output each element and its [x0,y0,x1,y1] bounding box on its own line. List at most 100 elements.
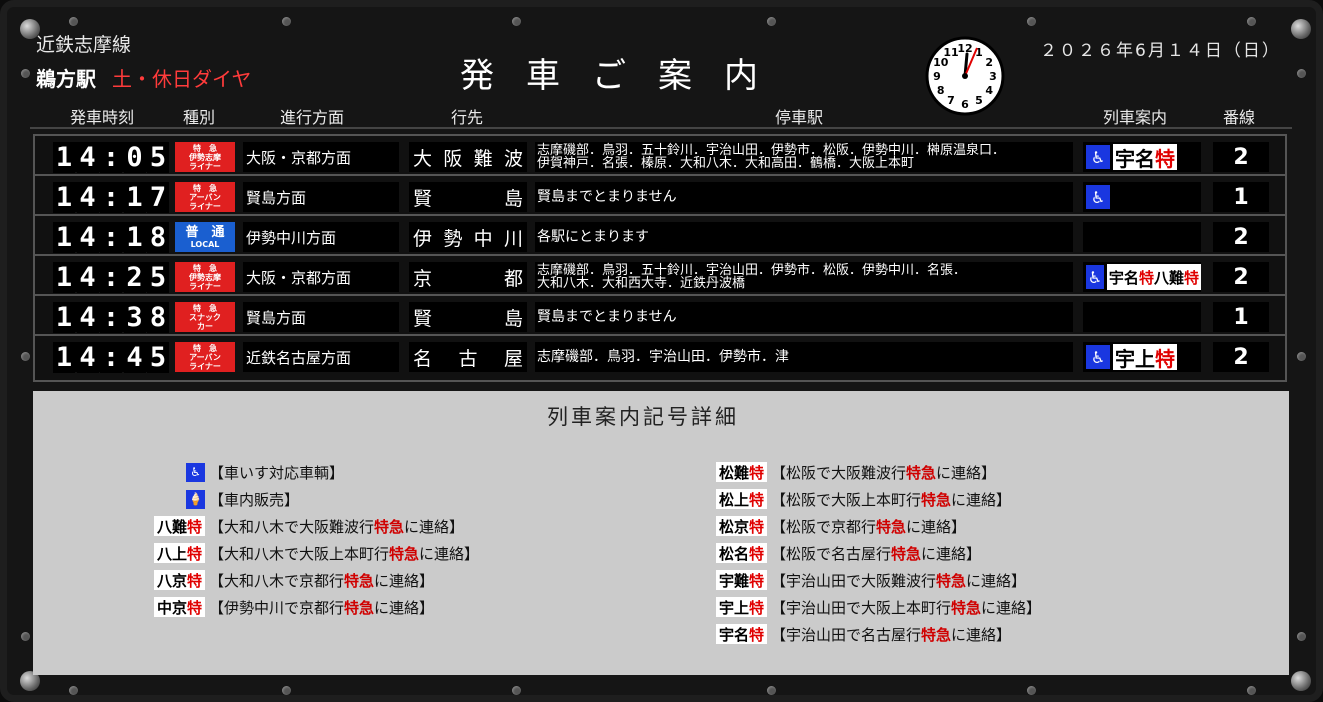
legend-description: 【松阪で名古屋行 特急 に連絡】 [771,543,981,563]
legend-description: 【大和八木で大阪上本町行 特急 に連絡】 [209,543,479,563]
time-digit: 5 [147,261,169,293]
legend-text: 【松阪で京都行 [771,517,877,536]
legend-text-highlight: 特急 [891,544,922,563]
date-display: ２０２６年6月１４日（日） [1040,41,1281,61]
badge-char: 特 [748,490,764,509]
destination-char: 中 [473,227,493,250]
wheelchair-icon: ♿ [186,462,205,482]
legend-badge: 松難特 [715,462,767,482]
train-type-text: 特 急伊勢志摩 ライナー [175,262,235,292]
badge-char: 八 [156,544,172,563]
legend-text-highlight: 特急 [374,517,405,536]
stopping-stations: 志摩磯部．鳥羽．五十鈴川．宇治山田．伊勢市．松阪．伊勢中川．名張． 大和八木．大和… [535,262,1073,292]
train-info: ♿ 宇上特 [1083,342,1201,372]
track-number: 2 [1213,262,1269,292]
direction: 伊勢中川方面 [243,222,399,252]
legend-badge: 八上特 [153,543,205,563]
legend-badge: 中京特 [153,597,205,617]
clock-number: 9 [933,70,941,83]
legend-text: 【大和八木で大阪上本町行 [209,544,390,563]
badge-char: 京 [171,598,187,617]
legend-text-highlight: 特急 [344,598,375,617]
legend-title: 列車案内記号詳細 [547,405,739,429]
train-type-text: 特 急スナック カー [175,302,235,332]
badge-char: 難 [1168,268,1184,287]
departure-row: 14:18普 通 LOCAL 伊勢中川方面伊勢中川各駅にとまります 2 [35,216,1285,256]
clock-number: 2 [985,56,993,69]
train-type-line: ライナー [189,161,221,171]
stops-line: 志摩磯部．鳥羽．宇治山田．伊勢市．津 [537,348,789,365]
legend-text: 【車いす対応車輌】 [209,463,345,482]
destination: 京都 [409,262,527,292]
train-type-line: LOCAL [190,240,220,249]
stopping-stations: 志摩磯部．鳥羽．宇治山田．伊勢市．津 [535,342,1073,372]
train-info: ♿ 宇名特 [1083,142,1201,172]
train-type-badge: 特 急伊勢志摩 ライナー [175,142,235,172]
screw-icon [21,352,30,361]
legend-description: 【松阪で大阪難波行 特急 に連絡】 [771,462,996,482]
legend-badge: 八難特 [153,516,205,536]
legend-text: 【宇治山田で名古屋行 [771,625,922,644]
legend-text-highlight: 特急 [936,571,967,590]
time-digit: 4 [76,341,99,373]
time-digit: 1 [53,221,75,253]
legend-text: 【車内販売】 [209,490,300,509]
legend-text-highlight: 特急 [906,463,937,482]
clock-number: 11 [943,46,958,59]
time-digit: 1 [53,181,75,213]
train-type-line: カー [197,321,213,331]
departure-time: 14:25 [53,261,169,293]
legend-description: 【松阪で京都行 特急 に連絡】 [771,516,966,536]
line-name: 近鉄志摩線 [36,34,132,56]
clock-icon: 12 1234567891011 [925,36,1005,116]
train-type-line: 特 急 [193,303,217,313]
badge-char: 上 [733,598,749,617]
schedule-type: 土・休日ダイヤ [112,67,252,91]
destination-char: 賢 [413,187,433,210]
time-digit: : [100,141,122,173]
departure-row: 14:25特 急伊勢志摩 ライナー 大阪・京都方面京都志摩磯部．鳥羽．五十鈴川．宇治… [35,256,1285,296]
train-type-line: スナック [189,312,221,322]
train-type-line: 特 急 [193,143,217,153]
badge-char: 特 [748,463,764,482]
legend-text: に連絡】 [404,517,465,536]
badge-char: 特 [1138,268,1154,287]
time-digit: 5 [147,141,169,173]
train-type-badge: 普 通 LOCAL [175,222,235,252]
badge-char: 特 [748,544,764,563]
wheelchair-icon: ♿ [1086,185,1110,209]
time-digit: 5 [147,341,169,373]
legend-description: 【車内販売】 [209,489,299,509]
connection-badge: 宇上特 [1113,344,1177,371]
time-digit: 4 [76,301,99,333]
stops-text: 賢島までとまりません [537,310,677,324]
badge-char: 難 [171,517,187,536]
destination-char: 都 [503,267,523,290]
destination-char: 阪 [443,147,463,170]
badge-char: 宇 [1115,146,1135,171]
train-type-line: ライナー [189,281,221,291]
legend-description: 【宇治山田で名古屋行 特急 に連絡】 [771,624,1011,644]
legend-text: 【宇治山田で大阪上本町行 [771,598,952,617]
badge-char: 特 [1155,146,1175,171]
time-digit: 4 [76,261,99,293]
track-number: 1 [1213,302,1269,332]
destination: 伊勢中川 [409,222,527,252]
screw-icon [512,686,521,695]
time-digit: 1 [53,301,75,333]
time-digit: 2 [123,261,146,293]
legend-badge: 宇上特 [715,597,767,617]
column-header-track: 番線 [1223,108,1256,127]
train-type-text: 特 急アーバン ライナー [175,182,235,212]
destination-char: 屋 [503,347,523,370]
legend-text: に連絡】 [906,517,967,536]
legend-text: に連絡】 [921,544,982,563]
legend-badge: 松京特 [715,516,767,536]
screw-icon [1297,69,1306,78]
track-number: 2 [1213,142,1269,172]
direction: 大阪・京都方面 [243,262,399,292]
clock-number: 8 [937,84,945,97]
clock-number: 6 [961,98,969,111]
stops-line: 賢島までとまりません [537,188,677,205]
legend-text: に連絡】 [981,598,1042,617]
